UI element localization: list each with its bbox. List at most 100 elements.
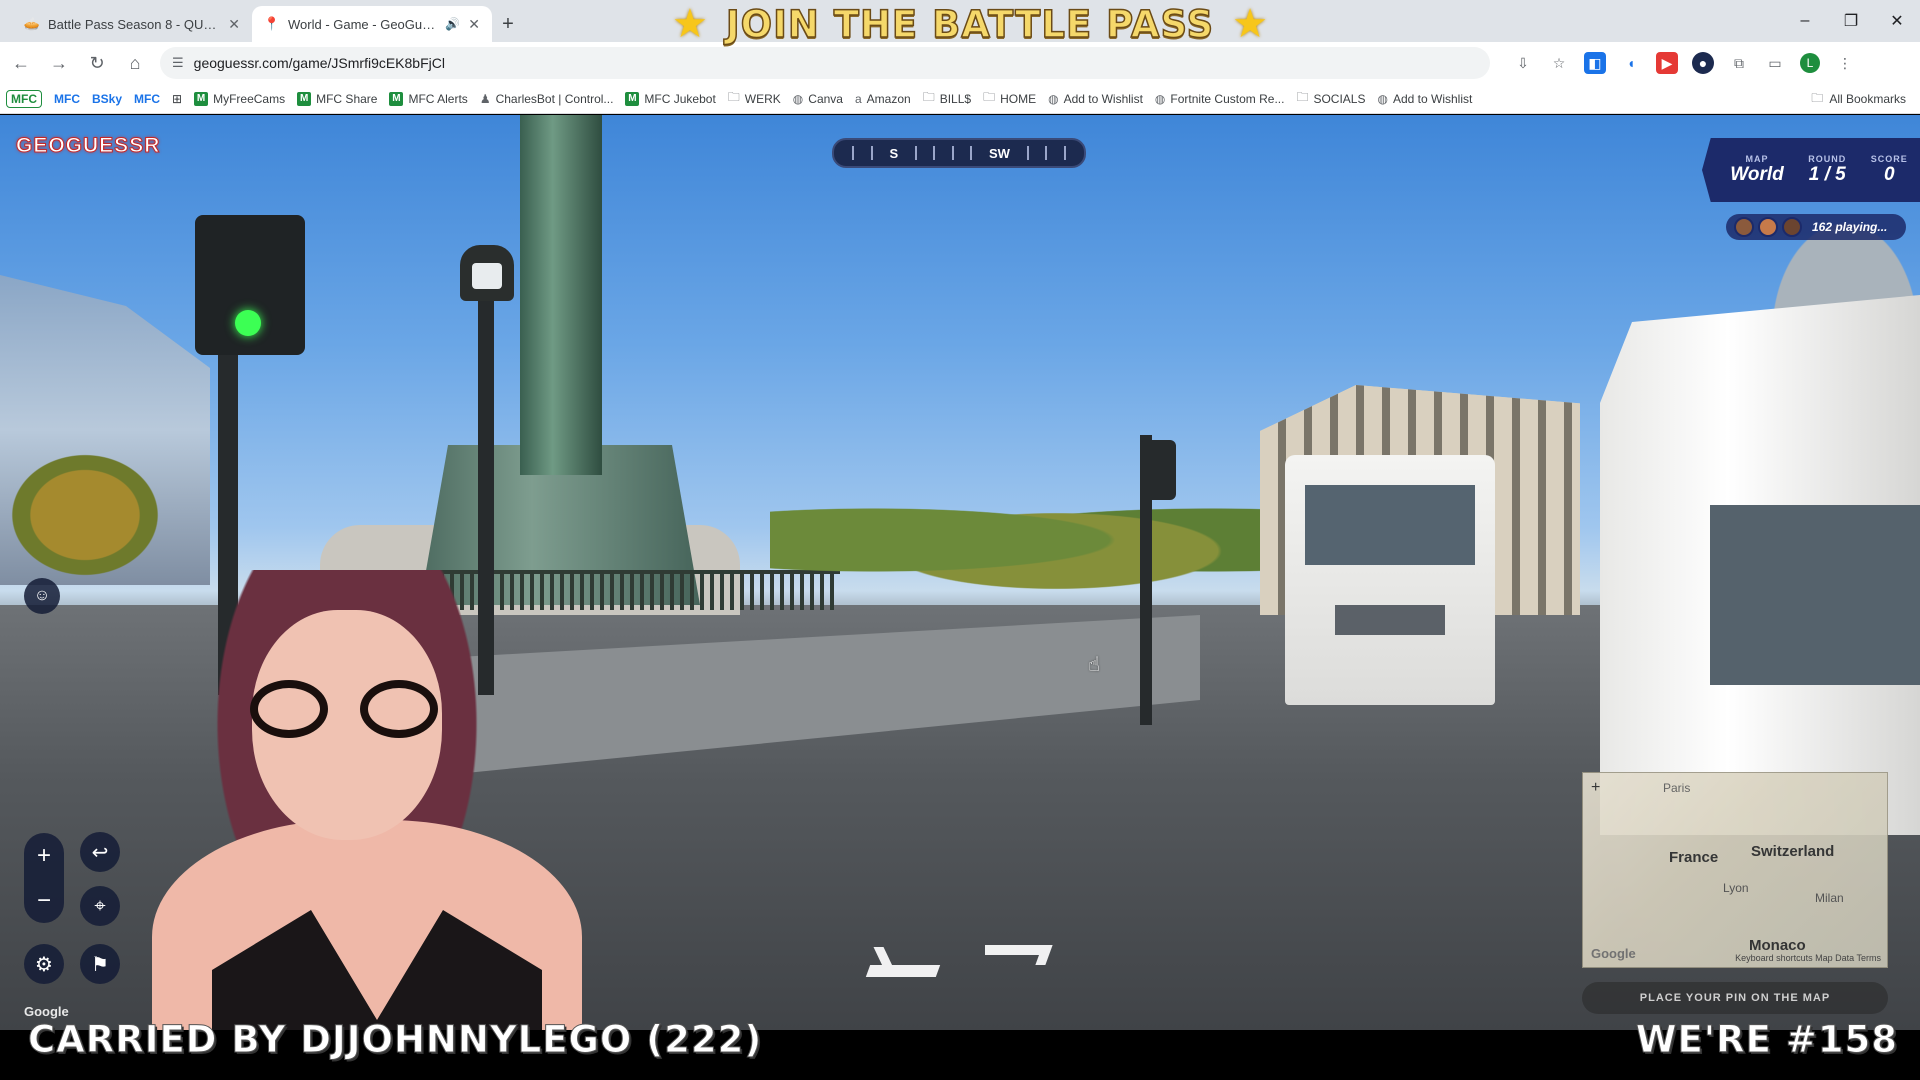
new-tab-button[interactable]: +	[492, 6, 524, 42]
bookmark-item[interactable]: ◍ Add to Wishlist	[1378, 92, 1473, 106]
round-value: 1 / 5	[1808, 164, 1846, 185]
compass-tick	[852, 146, 855, 160]
folder-icon: 🗀	[1811, 90, 1824, 105]
guess-minimap[interactable]: + Paris France Switzerland Lyon Milan Mo…	[1582, 772, 1888, 968]
bookmark-label: BILL$	[939, 91, 972, 106]
address-bar[interactable]: ☰ geoguessr.com/game/JSmrfi9cEK8bFjCl	[160, 47, 1490, 79]
person-icon: ♟	[479, 91, 491, 106]
compass-tick	[870, 146, 873, 160]
bookmark-item[interactable]: M MyFreeCams	[194, 91, 286, 106]
bookmark-item[interactable]: ♟ CharlesBot | Control...	[480, 92, 614, 106]
tab-title: Battle Pass Season 8 - QUESTS	[48, 16, 221, 32]
zoom-out-icon[interactable]: −	[37, 887, 51, 915]
compass-southwest: SW	[989, 145, 1010, 161]
compass-tick	[933, 146, 936, 160]
bookmark-item[interactable]: MFC	[54, 92, 80, 106]
bookmark-item[interactable]: MFC	[134, 92, 160, 106]
close-tab-icon[interactable]: ✕	[468, 16, 480, 33]
map-stat: MAP World	[1730, 154, 1783, 186]
map-google-logo: Google	[1591, 946, 1636, 961]
pie-favicon-icon: 🥧	[23, 16, 41, 31]
globe-icon: ◍	[1377, 91, 1388, 106]
bookmark-label: Add to Wishlist	[1063, 91, 1143, 106]
bookmark-item[interactable]: M MFC Jukebot	[625, 91, 716, 106]
tab-title: World - Game - GeoGuessr	[288, 16, 438, 32]
game-status-panel: MAP World ROUND 1 / 5 SCORE 0	[1702, 138, 1920, 202]
profile-avatar[interactable]: L	[1800, 53, 1820, 73]
green-light	[235, 310, 261, 336]
bookmark-item[interactable]: ◍ Fortnite Custom Re...	[1155, 92, 1285, 106]
extension-blue-icon[interactable]: ◧	[1584, 52, 1606, 74]
bookmark-item[interactable]: M MFC Alerts	[389, 91, 468, 106]
minimize-icon[interactable]: –	[1782, 0, 1828, 42]
back-arrow-icon[interactable]: ←	[4, 46, 38, 80]
map-attribution[interactable]: Keyboard shortcuts Map Data Terms	[1735, 953, 1881, 963]
extension-audio-icon[interactable]: ◖	[1620, 52, 1642, 74]
apps-grid-icon[interactable]: ⊞	[172, 92, 182, 106]
bookmark-item[interactable]: 🗀 BILL$	[923, 88, 971, 109]
rank-text: WE'RE #158	[1635, 1018, 1898, 1062]
bookmark-item[interactable]: a Amazon	[855, 92, 911, 106]
compass-reset-icon[interactable]: ☺	[24, 578, 60, 614]
extension-red-icon[interactable]: ▶	[1656, 52, 1678, 74]
bookmark-item[interactable]: 🗀 HOME	[983, 88, 1036, 109]
bookmark-item[interactable]: ◍ Canva	[793, 92, 843, 106]
compass-tick	[1026, 146, 1029, 160]
star-icon: ★	[1232, 2, 1268, 46]
forward-arrow-icon[interactable]: →	[42, 46, 76, 80]
side-panel-icon[interactable]: ▭	[1764, 52, 1786, 74]
players-online[interactable]: 162 playing...	[1726, 214, 1906, 240]
extensions-area: ⇩ ☆ ◧ ◖ ▶ ● ⧉ ▭ L ⋮	[1512, 52, 1856, 74]
home-icon[interactable]: ⌂	[118, 46, 152, 80]
trees	[770, 485, 1290, 595]
close-tab-icon[interactable]: ✕	[228, 16, 240, 33]
install-app-icon[interactable]: ⇩	[1512, 52, 1534, 74]
all-bookmarks[interactable]: 🗀 All Bookmarks	[1811, 84, 1906, 114]
bookmark-label: CharlesBot | Control...	[495, 91, 614, 106]
truck-window	[1710, 505, 1920, 685]
score-stat: SCORE 0	[1871, 154, 1908, 186]
bookmark-label: MyFreeCams	[213, 91, 286, 106]
avatar	[1782, 217, 1802, 237]
battle-pass-banner: ★ JOIN THE BATTLE PASS ★	[660, 2, 1280, 47]
reload-icon[interactable]: ↻	[80, 46, 114, 80]
map-label: MAP	[1745, 154, 1769, 164]
compass-bar: S SW	[832, 138, 1086, 168]
geoguessr-favicon-icon: 📍	[263, 16, 281, 31]
close-window-icon[interactable]: ✕	[1874, 0, 1920, 42]
avatar	[1734, 217, 1754, 237]
extensions-puzzle-icon[interactable]: ⧉	[1728, 52, 1750, 74]
move-right-arrow[interactable]	[985, 945, 1045, 955]
mfc-logo-icon: M	[625, 91, 640, 106]
map-value: World	[1730, 164, 1784, 185]
bookmark-label: MFC Alerts	[408, 91, 468, 106]
map-zoom-in-icon[interactable]: +	[1591, 779, 1600, 797]
speaker-icon[interactable]: 🔊	[445, 17, 460, 31]
compass-south: S	[889, 145, 899, 161]
tab-battle-pass[interactable]: 🥧 Battle Pass Season 8 - QUESTS ✕	[12, 6, 252, 42]
settings-gear-icon[interactable]: ⚙	[24, 944, 64, 984]
logo-text: GEOGUESSR	[15, 134, 161, 158]
restore-icon[interactable]: ❐	[1828, 0, 1874, 42]
guess-button[interactable]: PLACE YOUR PIN ON THE MAP	[1582, 982, 1888, 1014]
map-label-paris: Paris	[1663, 781, 1691, 795]
bookmark-label: BSky	[92, 91, 123, 106]
bookmark-item[interactable]: 🗀 WERK	[728, 88, 781, 109]
screen: 🥧 Battle Pass Season 8 - QUESTS ✕ 📍 Worl…	[0, 0, 1920, 1080]
bookmark-item[interactable]: BSky	[92, 92, 122, 106]
truck-grille	[1335, 605, 1445, 635]
white-truck	[1285, 455, 1495, 705]
extension-dark-icon[interactable]: ●	[1692, 52, 1714, 74]
bookmark-item[interactable]: 🗀 SOCIALS	[1296, 88, 1365, 109]
bookmark-item[interactable]: ◍ Add to Wishlist	[1048, 92, 1143, 106]
tab-geoguessr[interactable]: 📍 World - Game - GeoGuessr 🔊 ✕	[252, 6, 492, 42]
menu-kebab-icon[interactable]: ⋮	[1834, 52, 1856, 74]
bookmark-item[interactable]: MFC	[6, 89, 42, 108]
bookmark-star-icon[interactable]: ☆	[1548, 52, 1570, 74]
bookmark-item[interactable]: M MFC Share	[297, 91, 377, 106]
site-settings-icon[interactable]: ☰	[172, 55, 184, 71]
white-truck-near	[1600, 295, 1920, 835]
zoom-in-icon[interactable]: +	[37, 842, 51, 870]
mfc-logo-icon: M	[297, 91, 312, 106]
move-left-arrow[interactable]	[865, 965, 941, 977]
